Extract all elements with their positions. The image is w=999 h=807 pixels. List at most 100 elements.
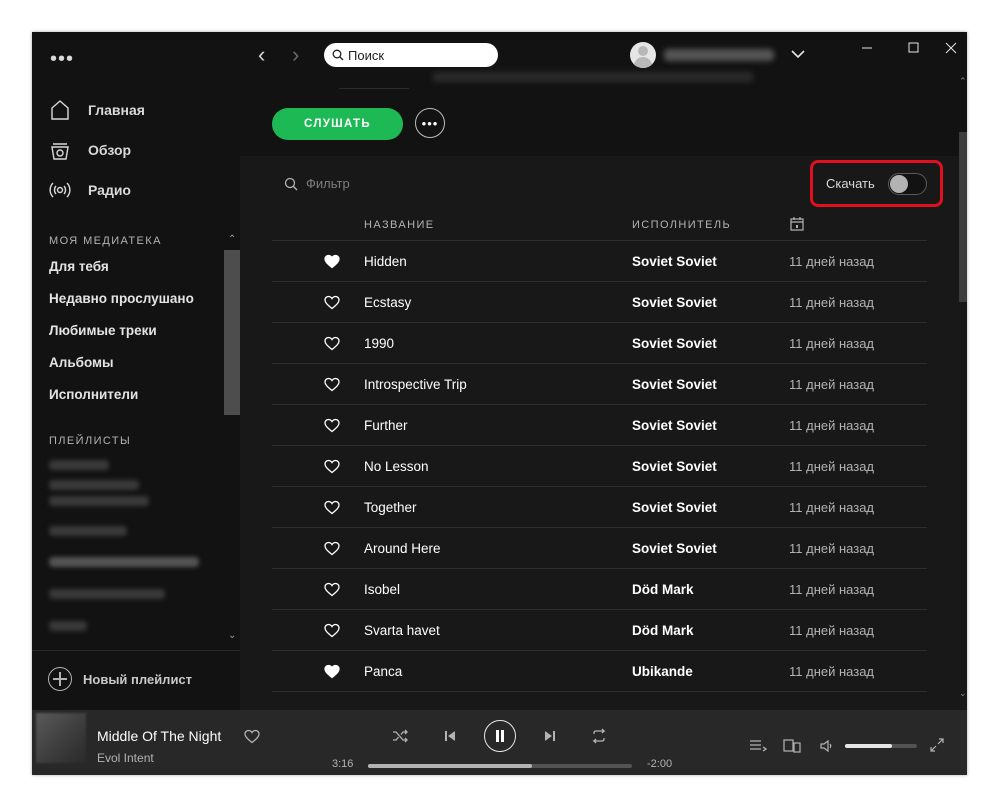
track-row[interactable]: No Lesson Soviet Soviet 11 дней назад bbox=[272, 446, 927, 487]
track-artist[interactable]: Soviet Soviet bbox=[632, 541, 717, 556]
track-title[interactable]: No Lesson bbox=[364, 459, 429, 474]
track-artist[interactable]: Soviet Soviet bbox=[632, 336, 717, 351]
column-header-artist[interactable]: ИСПОЛНИТЕЛЬ bbox=[632, 219, 731, 231]
heart-icon[interactable] bbox=[324, 664, 340, 679]
username-blurred[interactable] bbox=[664, 49, 774, 61]
volume-icon[interactable] bbox=[819, 738, 835, 754]
heart-icon[interactable] bbox=[324, 336, 340, 351]
playlist-item-blurred[interactable] bbox=[49, 526, 127, 536]
playlist-item-blurred[interactable] bbox=[49, 460, 109, 470]
album-cover[interactable] bbox=[36, 713, 86, 763]
track-artist[interactable]: Soviet Soviet bbox=[632, 418, 717, 433]
playlist-item-blurred[interactable] bbox=[49, 480, 139, 490]
more-options-button[interactable]: ••• bbox=[415, 108, 445, 138]
fullscreen-icon[interactable] bbox=[930, 738, 944, 752]
now-playing-title[interactable]: Middle Of The Night bbox=[97, 728, 221, 744]
heart-icon[interactable] bbox=[244, 729, 260, 744]
heart-icon[interactable] bbox=[324, 418, 340, 433]
track-title[interactable]: Ecstasy bbox=[364, 295, 411, 310]
queue-icon[interactable] bbox=[749, 738, 767, 754]
heart-icon[interactable] bbox=[324, 254, 340, 269]
heart-icon[interactable] bbox=[324, 459, 340, 474]
track-title[interactable]: Introspective Trip bbox=[364, 377, 467, 392]
track-artist[interactable]: Soviet Soviet bbox=[632, 500, 717, 515]
track-row[interactable]: Around Here Soviet Soviet 11 дней назад bbox=[272, 528, 927, 569]
track-row[interactable]: 1990 Soviet Soviet 11 дней назад bbox=[272, 323, 927, 364]
close-button[interactable] bbox=[941, 38, 961, 58]
minimize-button[interactable] bbox=[857, 38, 877, 58]
app-menu-button[interactable]: ••• bbox=[50, 49, 74, 69]
track-artist[interactable]: Död Mark bbox=[632, 623, 694, 638]
playlist-item-blurred[interactable] bbox=[49, 496, 149, 506]
filter-input[interactable] bbox=[306, 176, 446, 191]
listen-button[interactable]: СЛУШАТЬ bbox=[272, 108, 403, 140]
track-title[interactable]: Hidden bbox=[364, 254, 407, 269]
search-box[interactable] bbox=[324, 43, 498, 67]
download-toggle[interactable] bbox=[888, 173, 927, 195]
scroll-up-icon[interactable]: ⌃ bbox=[228, 234, 236, 245]
sidebar-item-browse[interactable]: Обзор bbox=[48, 137, 131, 163]
track-title[interactable]: Panca bbox=[364, 664, 402, 679]
track-artist[interactable]: Soviet Soviet bbox=[632, 377, 717, 392]
volume-slider[interactable] bbox=[845, 744, 917, 748]
track-title[interactable]: Isobel bbox=[364, 582, 400, 597]
heart-icon[interactable] bbox=[324, 295, 340, 310]
track-title[interactable]: Together bbox=[364, 500, 417, 515]
next-icon[interactable] bbox=[542, 728, 558, 744]
track-artist[interactable]: Soviet Soviet bbox=[632, 254, 717, 269]
avatar[interactable] bbox=[630, 42, 656, 68]
maximize-button[interactable] bbox=[904, 38, 924, 58]
track-row[interactable]: Introspective Trip Soviet Soviet 11 дней н… bbox=[272, 364, 927, 405]
track-title[interactable]: Further bbox=[364, 418, 408, 433]
main-scrollbar[interactable]: ⌃ ⌄ bbox=[959, 76, 967, 710]
column-header-title[interactable]: НАЗВАНИЕ bbox=[364, 219, 435, 231]
library-item-albums[interactable]: Альбомы bbox=[49, 355, 114, 370]
track-row[interactable]: Together Soviet Soviet 11 дней назад bbox=[272, 487, 927, 528]
chevron-down-icon[interactable] bbox=[790, 46, 806, 62]
track-artist[interactable]: Soviet Soviet bbox=[632, 295, 717, 310]
pause-button[interactable] bbox=[484, 720, 516, 752]
sidebar-item-radio[interactable]: Радио bbox=[48, 177, 131, 203]
track-row[interactable]: Ecstasy Soviet Soviet 11 дней назад bbox=[272, 282, 927, 323]
track-row[interactable]: Panca Ubikande 11 дней назад bbox=[272, 651, 927, 692]
track-row[interactable]: Further Soviet Soviet 11 дней назад bbox=[272, 405, 927, 446]
scroll-down-icon[interactable]: ⌄ bbox=[959, 688, 967, 699]
sidebar-item-home[interactable]: Главная bbox=[48, 97, 145, 123]
library-item-artists[interactable]: Исполнители bbox=[49, 387, 138, 402]
heart-icon[interactable] bbox=[324, 623, 340, 638]
heart-icon[interactable] bbox=[324, 500, 340, 515]
track-title[interactable]: 1990 bbox=[364, 336, 394, 351]
library-item-for-you[interactable]: Для тебя bbox=[49, 259, 109, 274]
track-artist[interactable]: Ubikande bbox=[632, 664, 693, 679]
playlist-item-blurred[interactable] bbox=[49, 557, 199, 567]
track-artist[interactable]: Död Mark bbox=[632, 582, 694, 597]
sidebar-scrollbar[interactable]: ⌃ ⌄ bbox=[224, 234, 240, 650]
filter-box[interactable] bbox=[284, 176, 446, 191]
shuffle-icon[interactable] bbox=[392, 728, 408, 744]
track-title[interactable]: Svarta havet bbox=[364, 623, 440, 638]
scroll-down-icon[interactable]: ⌄ bbox=[228, 630, 236, 641]
track-row[interactable]: Isobel Död Mark 11 дней назад bbox=[272, 569, 927, 610]
previous-icon[interactable] bbox=[442, 728, 458, 744]
devices-icon[interactable] bbox=[783, 738, 801, 754]
track-title[interactable]: Around Here bbox=[364, 541, 441, 556]
calendar-icon[interactable] bbox=[789, 216, 805, 232]
track-artist[interactable]: Soviet Soviet bbox=[632, 459, 717, 474]
playlist-item-blurred[interactable] bbox=[49, 589, 165, 599]
main-scrollbar-thumb[interactable] bbox=[959, 132, 967, 302]
now-playing-artist[interactable]: Evol Intent bbox=[97, 751, 154, 765]
library-item-recent[interactable]: Недавно прослушано bbox=[49, 291, 194, 306]
track-row[interactable]: Hidden Soviet Soviet 11 дней назад bbox=[272, 241, 927, 282]
library-item-liked-songs[interactable]: Любимые треки bbox=[49, 323, 157, 338]
scroll-up-icon[interactable]: ⌃ bbox=[959, 76, 967, 87]
repeat-icon[interactable] bbox=[591, 728, 607, 744]
forward-button[interactable]: › bbox=[292, 44, 299, 66]
progress-bar[interactable] bbox=[368, 764, 632, 768]
sidebar-scrollbar-thumb[interactable] bbox=[224, 250, 240, 415]
new-playlist-button[interactable]: Новый плейлист bbox=[48, 667, 192, 691]
back-button[interactable]: ‹ bbox=[258, 44, 265, 66]
playlist-item-blurred[interactable] bbox=[49, 621, 87, 631]
search-input[interactable] bbox=[348, 47, 478, 63]
heart-icon[interactable] bbox=[324, 377, 340, 392]
heart-icon[interactable] bbox=[324, 582, 340, 597]
